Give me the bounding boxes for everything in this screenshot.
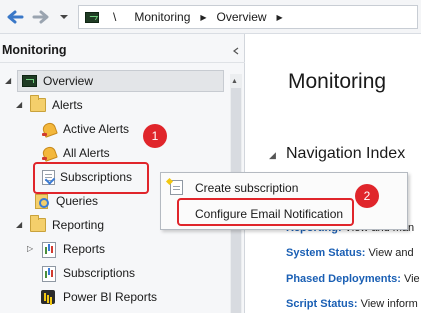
address-separator-icon[interactable]: ▶ [277,13,283,22]
content-line: System Status: View and [286,247,414,259]
forward-arrow-icon[interactable] [30,6,52,28]
content-line: Phased Deployments: Vie [286,273,420,285]
highlight-box-configure-email [177,198,354,226]
content-link-script-status[interactable]: Script Status: [286,298,358,310]
chevron-down-icon[interactable] [56,6,72,28]
navigation-toolbar: \ Monitoring ▶ Overview ▶ [0,0,421,34]
content-link-system-status[interactable]: System Status: [286,247,365,259]
pane-title: Monitoring [2,43,67,57]
alert-bell-icon [41,122,57,136]
tree-item-reporting-subscriptions[interactable]: Subscriptions [41,262,135,284]
tree-item-overview[interactable]: Overview [17,70,224,92]
address-separator-icon[interactable]: ▶ [200,13,206,22]
report-icon [41,242,57,258]
content-line-text: Vie [400,273,420,285]
address-segment-monitoring[interactable]: Monitoring [134,10,190,24]
tree-item-active-alerts[interactable]: Active Alerts [41,118,129,140]
expand-icon[interactable]: ▷ [27,244,33,253]
content-title: Monitoring [288,70,387,93]
content-line-text: View and [365,247,414,259]
tree-item-label: All Alerts [63,146,110,160]
highlight-box-subscriptions [33,162,149,194]
scroll-up-icon[interactable]: ▲ [231,78,238,85]
create-subscription-icon [170,180,183,195]
step-badge-2: 2 [355,184,379,208]
content-line-text: View inform [357,298,418,310]
tree-item-all-alerts[interactable]: All Alerts [41,142,110,164]
alert-bell-icon [41,146,57,160]
tree-item-label: Overview [43,74,94,88]
section-heading: Navigation Index [286,145,406,162]
tree-item-label: Alerts [52,98,83,112]
collapse-icon[interactable]: ◢ [16,220,22,229]
divider [0,62,245,63]
tree-item-label: Active Alerts [63,122,130,136]
folder-icon [30,95,46,112]
tree-item-label: Reports [63,242,106,256]
address-root[interactable]: \ [113,10,116,24]
tree-item-alerts[interactable]: Alerts [30,94,83,116]
report-subscription-icon [41,266,57,282]
tree-item-label: Reporting [52,218,105,232]
content-line: Script Status: View inform [286,298,418,310]
collapse-icon[interactable]: ◢ [16,100,22,109]
console-icon [22,75,37,87]
tree-item-label: Power BI Reports [63,290,158,304]
tree-item-power-bi-reports[interactable]: Power BI Reports [41,286,157,308]
content-link-phased-deployments[interactable]: Phased Deployments: [286,273,401,285]
power-bi-icon [41,290,57,304]
section-collapse-icon[interactable]: ◢ [269,150,276,161]
address-segment-overview[interactable]: Overview [217,10,267,24]
tree-item-reporting[interactable]: Reporting [30,214,104,236]
step-badge-1: 1 [143,124,167,148]
folder-icon [30,215,46,232]
tree-item-label: Queries [56,194,99,208]
collapse-icon[interactable]: ◢ [5,76,11,85]
console-icon [85,11,99,23]
address-bar[interactable]: \ Monitoring ▶ Overview ▶ [78,5,418,29]
tree-item-reports[interactable]: Reports [41,238,105,260]
back-arrow-icon[interactable] [4,6,26,28]
query-icon [34,194,50,209]
menu-item-label: Create subscription [195,181,299,195]
tree-item-label: Subscriptions [63,266,136,280]
collapse-pane-icon[interactable] [232,47,240,55]
